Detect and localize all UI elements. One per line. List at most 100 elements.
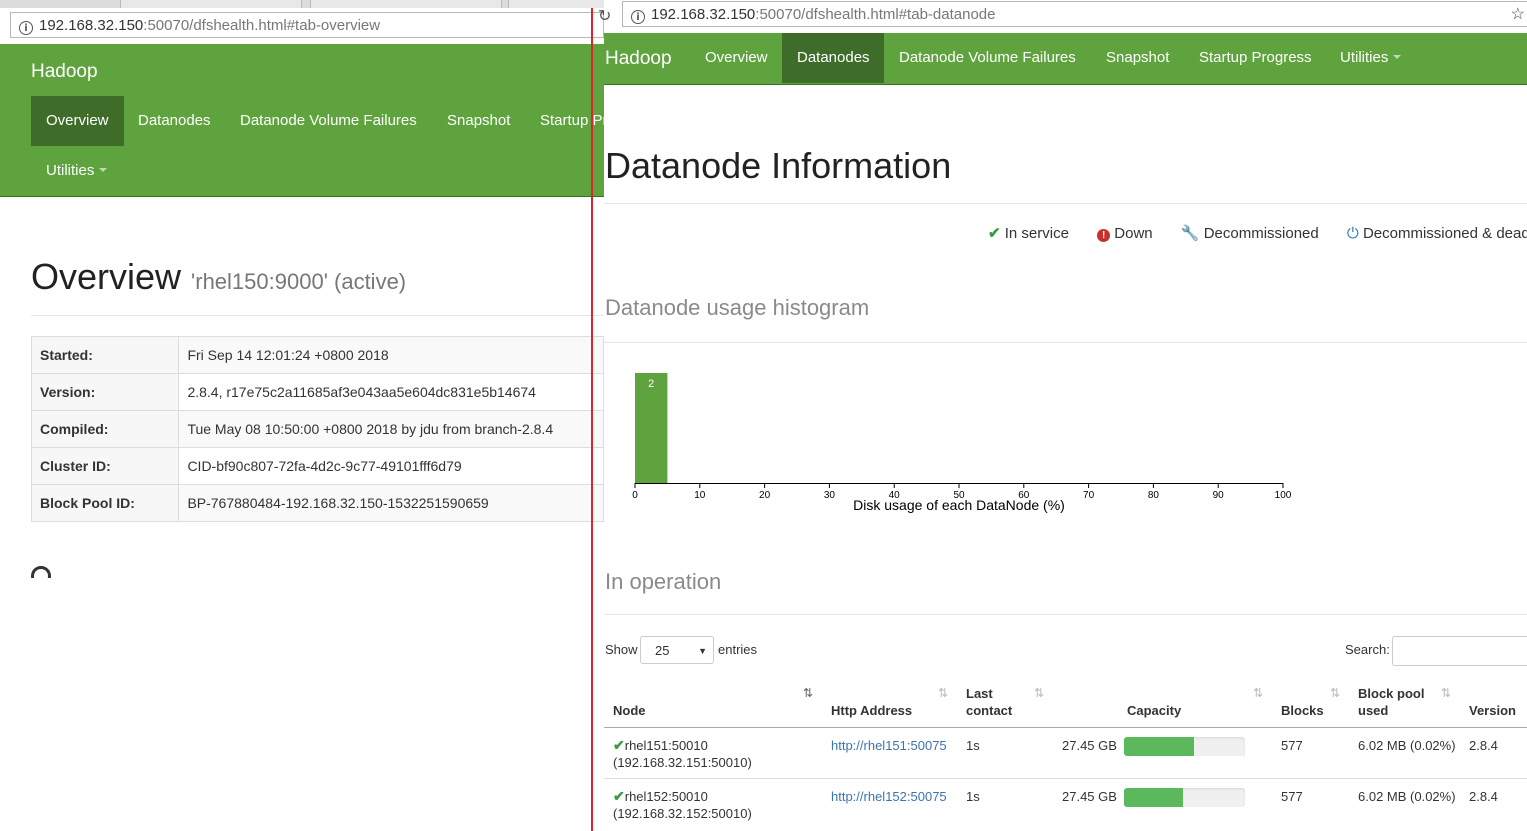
reload-icon[interactable]: ↻ [598,6,611,26]
nav-utilities[interactable]: Utilities [1325,33,1416,83]
sort-icon[interactable]: ⇅ [1330,686,1340,700]
row-divider [604,778,1527,779]
bp-used-cell: 6.02 MB (0.02%) [1358,789,1456,804]
address-bar[interactable]: i 192.168.32.150:50070/dfshealth.html#tab… [10,12,604,38]
page-size-value: 25 [655,643,670,658]
info-key: Version: [30,373,180,411]
page-title: Overview 'rhel150:9000' (active) [31,256,406,298]
legend-down: ! Down [1097,225,1153,242]
check-icon: ✔ [988,225,1001,242]
histogram-heading: Datanode usage histogram [605,295,870,320]
http-cell: http://rhel151:50075 [831,737,947,754]
table-row: Version: 2.8.4, r17e75c2a11685af3e043aa5e… [30,373,604,411]
col-bp-line2: used [1358,703,1389,718]
info-icon[interactable]: i [19,21,33,35]
wrench-icon: 🔧 [1180,225,1200,242]
nav-utilities[interactable]: Utilities [31,146,122,196]
info-value: BP-767880484-192.168.32.150-153225159065… [178,484,604,522]
nav-datanodes[interactable]: Datanodes [123,96,226,146]
browser-tab[interactable] [508,0,604,8]
info-value: Fri Sep 14 12:01:24 +0800 2018 [178,336,604,374]
col-capacity[interactable]: Capacity [1127,702,1181,719]
brand-logo[interactable]: Hadoop [31,61,98,83]
x-tick-label: 10 [694,490,706,501]
bp-used-cell: 6.02 MB (0.02%) [1358,738,1456,753]
info-icon[interactable]: i [631,10,645,24]
clipped-heading [31,566,53,578]
url-path: :50070/dfshealth.html#tab-datanode [755,6,996,23]
col-bp-line1: Block pool [1358,686,1425,701]
nav-startup-progress[interactable]: Startup Progress [1184,33,1327,83]
nav-utilities-label: Utilities [1340,49,1389,66]
browser-tab[interactable] [120,0,302,8]
window-divider [591,8,593,831]
col-last-contact[interactable]: Last contact [966,685,1012,719]
browser-tab-strip [0,0,604,8]
browser-tab[interactable] [310,0,502,8]
sort-icon[interactable]: ⇅ [1034,686,1044,700]
node-name: rhel152:50010 [624,789,708,804]
last-contact-cell: 1s [966,738,980,753]
capacity-cell: 27.45 GB [1062,738,1117,753]
info-value: CID-bf90c807-72fa-4d2c-9c77-49101fff6d79 [178,447,604,485]
info-key: Started: [30,336,180,374]
nav-volume-failures[interactable]: Datanode Volume Failures [225,96,432,146]
capacity-progress-bar [1124,737,1245,756]
capacity-cell: 27.45 GB [1062,789,1117,804]
capacity-progress-bar [1124,788,1245,807]
x-tick-label: 0 [632,490,638,501]
page-title: Datanode Information [605,145,952,186]
col-node[interactable]: Node [613,702,646,719]
sort-icon[interactable]: ⇅ [1253,686,1263,700]
nav-overview[interactable]: Overview [31,96,124,146]
http-link[interactable]: http://rhel152:50075 [831,789,947,804]
power-icon: ⏻ [1346,225,1359,242]
table-row: Started: Fri Sep 14 12:01:24 +0800 2018 [30,336,604,374]
sort-icon[interactable]: ⇅ [938,686,948,700]
bookmark-star-icon[interactable]: ☆ [1511,4,1525,24]
nav-overview[interactable]: Overview [690,33,783,83]
search-input[interactable] [1392,636,1527,666]
legend-label: Decommissioned & dead [1362,225,1527,242]
right-browser-window: i 192.168.32.150:50070/dfshealth.html#tab… [604,0,1527,831]
divider [604,203,1527,204]
info-key: Cluster ID: [30,447,180,485]
nav-snapshot[interactable]: Snapshot [1091,33,1184,83]
entries-label: entries [718,642,758,657]
page-title-text: Overview [31,256,182,297]
header-underline [604,727,1527,728]
caret-down-icon [1393,55,1402,59]
node-ip: (192.168.32.151:50010) [613,755,752,770]
legend-label: In service [1004,225,1069,242]
url-host: 192.168.32.150 [39,17,144,34]
http-link[interactable]: http://rhel151:50075 [831,738,947,753]
col-last-contact-line1: Last [966,686,993,701]
legend-label: Decommissioned [1203,225,1319,242]
version-cell: 2.8.4 [1469,789,1498,804]
bar-count-label: 2 [648,378,654,390]
x-tick-label: 100 [1275,490,1292,501]
brand-logo[interactable]: Hadoop [605,48,672,70]
page-size-select[interactable]: 25 ▼ [640,636,714,664]
legend-decommissioned-dead: ⏻ Decommissioned & dead [1347,225,1527,242]
divider [31,315,604,316]
sort-icon[interactable]: ⇅ [1441,686,1451,700]
col-block-pool-used[interactable]: Block pool used [1358,685,1424,719]
nav-datanodes[interactable]: Datanodes [782,33,884,83]
x-tick-label: 90 [1213,490,1225,501]
nav-snapshot[interactable]: Snapshot [432,96,525,146]
hadoop-navbar: Hadoop Overview Datanodes Datanode Volum… [0,44,604,197]
col-blocks[interactable]: Blocks [1281,702,1324,719]
col-version[interactable]: Version [1469,702,1516,719]
col-http-address[interactable]: Http Address [831,702,912,719]
x-tick-label: 30 [824,490,836,501]
legend-label: Down [1114,225,1153,242]
sort-icon[interactable]: ⇅ [803,686,813,700]
address-bar[interactable]: i 192.168.32.150:50070/dfshealth.html#tab… [622,1,1527,27]
show-label: Show [605,642,638,657]
nav-volume-failures[interactable]: Datanode Volume Failures [884,33,1091,83]
divider [604,614,1527,615]
info-key: Compiled: [30,410,180,448]
node-cell: ✔rhel151:50010 (192.168.32.151:50010) [613,737,752,771]
overview-info-table: Started: Fri Sep 14 12:01:24 +0800 2018 V… [30,336,604,522]
